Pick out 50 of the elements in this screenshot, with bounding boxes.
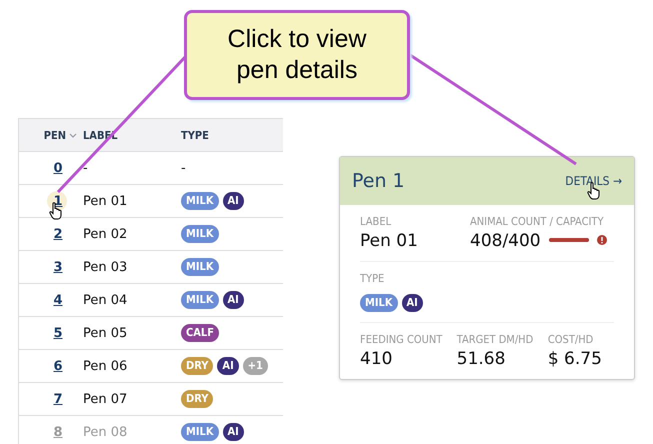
type-tag: MILK [181,192,219,210]
column-header[interactable]: PEN [44,128,66,142]
field-value: 51.68 [456,349,506,369]
pen-label: Pen 08 [83,424,128,440]
type-tag: AI [222,291,244,309]
pen-link[interactable]: 4 [53,292,63,308]
type-tag: MILK [360,294,398,312]
type-tag: DRY [181,390,214,408]
field-value: $ 6.75 [548,349,603,369]
type-text: - [181,160,186,176]
field-caption: COST/HD [548,333,594,346]
field-caption: LABEL [360,215,392,228]
type-tag: AI [222,423,244,441]
type-tag: MILK [181,225,219,243]
type-tag: AI [402,294,423,312]
type-tag: MILK [181,423,219,441]
type-tag: MILK [181,258,219,276]
type-tag: CALF [181,324,219,342]
type-tag: DRY [181,357,214,375]
pen-link[interactable]: 5 [53,326,63,340]
type-tag: +1 [242,357,268,375]
field-value: 410 [360,349,394,369]
type-tag: MILK [181,291,219,309]
pen-label: - [83,160,89,176]
pen-label: Pen 01 [83,194,128,208]
pen-link[interactable]: 0 [53,160,63,176]
pen-link[interactable]: 3 [53,260,63,274]
field-caption: TYPE [360,272,386,285]
pen-label: Pen 02 [83,226,128,242]
pen-label: Pen 04 [83,292,128,308]
callout-text: Click to view pen details [184,10,410,100]
card-title: Pen 1 [352,170,405,192]
field-value: Pen 01 [360,231,419,251]
field-value: 408/400 [470,231,541,251]
details-link[interactable]: DETAILS → [565,174,622,188]
pen-link[interactable]: 7 [53,392,63,406]
type-tag: AI [217,357,239,375]
column-header: TYPE [181,128,209,142]
pen-label: Pen 06 [83,358,128,374]
pen-label: Pen 05 [83,326,128,340]
field-caption: ANIMAL COUNT / CAPACITY [470,215,604,228]
field-caption: TARGET DM/HD [456,333,534,346]
pen-label: Pen 03 [83,260,128,274]
chevron-down-icon[interactable] [69,132,77,138]
pen-label: Pen 07 [83,392,128,406]
type-tag: AI [222,192,244,210]
pen-link[interactable]: 1 [53,194,63,208]
pen-link[interactable]: 2 [53,226,63,242]
pen-link[interactable]: 6 [53,358,63,374]
field-caption: FEEDING COUNT [360,333,444,346]
